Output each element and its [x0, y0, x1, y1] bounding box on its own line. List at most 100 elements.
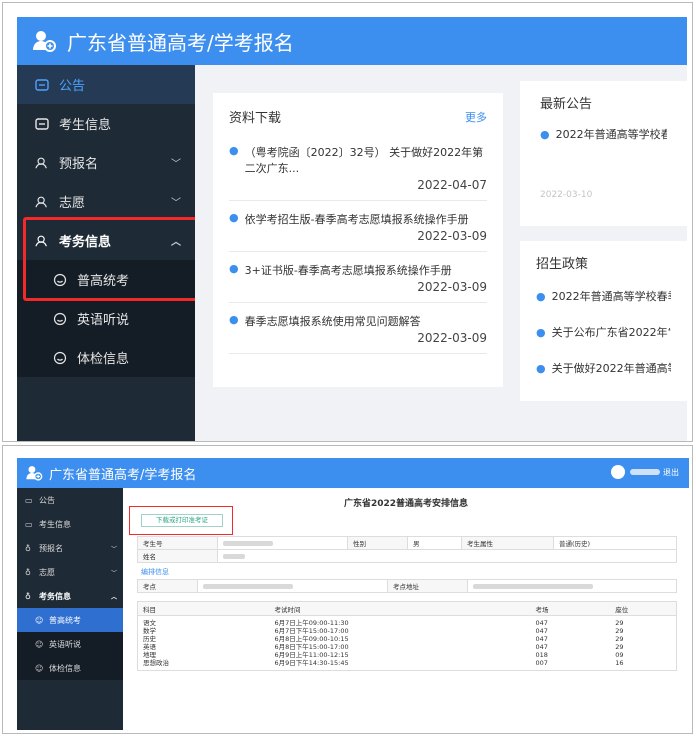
user-menu[interactable]: 退出	[611, 465, 679, 479]
room-column: 047 047 047 047 018 007	[531, 619, 611, 667]
list-item[interactable]: ● 2022年普通高等学校春季考	[536, 288, 671, 304]
more-link[interactable]: 更多	[465, 109, 487, 125]
time-column: 6月7日上午09:00-11:30 6月7日下午15:00-17:00 6月8日…	[270, 619, 531, 667]
app-header: 广东省普通高考/学考报名 退出	[17, 458, 689, 488]
exam-room: 047	[535, 643, 548, 651]
exam-no-value	[217, 536, 348, 550]
policy-card: 招生政策 ● 2022年普通高等学校春季考 ● 关于公布广东省2022年“依 ● 关于…	[520, 241, 687, 401]
list-item[interactable]: ● （粤考院函〔2022〕32号） 关于做好2022年第二次广东... 2022-…	[229, 134, 487, 201]
user-icon	[35, 156, 49, 170]
smile-icon: ☺	[35, 663, 44, 673]
site-address-value	[467, 579, 677, 593]
bullet-icon: ●	[229, 211, 239, 224]
seat-no: 16	[615, 659, 624, 667]
site-label: 考点	[137, 579, 198, 593]
sidebar-item-pre-registration[interactable]: ♁ 预报名 ﹀	[17, 536, 123, 560]
notice-icon	[35, 117, 49, 131]
sidebar-item-label: 体检信息	[49, 663, 81, 673]
name-value	[217, 549, 677, 563]
subject: 语文	[143, 619, 156, 627]
name-label: 姓名	[137, 549, 218, 563]
redacted-value	[223, 553, 245, 559]
exam-room: 047	[535, 619, 548, 627]
list-item[interactable]: ● 春季志愿填报系统使用常见问题解答 2022-03-09	[229, 303, 487, 354]
list-item[interactable]: ● 关于公布广东省2022年“依	[536, 324, 671, 340]
download-date: 2022-03-09	[417, 229, 487, 243]
list-item[interactable]: ● 2022年普通高等学校春季考	[540, 126, 667, 142]
sidebar-item-physical-exam[interactable]: 体检信息	[17, 338, 195, 377]
exam-time: 6月7日上午09:00-11:30	[274, 619, 349, 627]
policy-item-title: 关于做好2022年普通高等学	[551, 362, 671, 375]
sidebar-item-label: 考务信息	[39, 591, 71, 601]
sidebar-item-preference[interactable]: 志愿 ﹀	[17, 182, 195, 221]
subject: 历史	[143, 635, 156, 643]
bullet-icon: ●	[536, 326, 546, 339]
site-value	[197, 579, 388, 593]
sidebar-item-physical-exam[interactable]: ☺ 体检信息	[17, 656, 123, 680]
chevron-up-icon: ︿	[110, 593, 117, 601]
notice-icon	[35, 78, 49, 92]
sidebar-item-exam-affairs[interactable]: ♁ 考务信息 ︿	[17, 584, 123, 608]
user-icon: ♁	[25, 567, 31, 577]
exam-time: 6月9日下午14:30-15:45	[274, 659, 349, 667]
app-title: 广东省普通高考/学考报名	[49, 467, 197, 483]
user-icon	[35, 195, 49, 209]
smile-icon	[53, 351, 67, 365]
sidebar-item-notice[interactable]: 公告	[17, 65, 195, 104]
seat-no: 29	[615, 635, 624, 643]
column-header: 考场	[535, 605, 549, 614]
exam-room: 047	[535, 627, 548, 635]
chevron-down-icon: ﹀	[110, 569, 117, 577]
sidebar-item-notice[interactable]: ▭ 公告	[17, 488, 123, 512]
user-icon: ♁	[25, 591, 31, 601]
sidebar-item-label: 预报名	[39, 543, 63, 553]
subject: 数学	[143, 627, 156, 635]
redacted-value	[203, 583, 293, 589]
user-add-icon	[25, 464, 43, 482]
exam-time: 6月8日下午15:00-17:00	[274, 643, 349, 651]
announcements-card: 最新公告 ● 2022年普通高等学校春季考 2022-03-10	[520, 81, 687, 226]
subject-column: 语文 数学 历史 英语 地理 思想政治	[138, 619, 270, 667]
download-title: 春季志愿填报系统使用常见问题解答	[244, 315, 421, 328]
bullet-icon: ●	[229, 313, 239, 326]
column-header: 科目	[143, 605, 156, 614]
column-header: 考试时间	[274, 605, 301, 614]
list-item[interactable]: ● 关于做好2022年普通高等学	[536, 360, 671, 376]
sidebar-item-label: 公告	[39, 495, 55, 505]
sidebar-item-candidate-info[interactable]: 考生信息	[17, 104, 195, 143]
main-content: 广东省2022普通高考安排信息 下载或打印准考证 考生号 性别 男 考生属性 普…	[123, 488, 689, 730]
list-item[interactable]: ● 依学考招生版-春季高考志愿填报系统操作手册 2022-03-09	[229, 201, 487, 252]
avatar	[611, 465, 625, 479]
sidebar-item-english-listening[interactable]: ☺ 英语听说	[17, 632, 123, 656]
screenshot-top: 广东省普通高考/学考报名 公告 考生信息 预报名 ﹀ 志愿 ﹀ 考务信息 ︿ 普…	[2, 2, 693, 442]
sidebar-item-label: 志愿	[39, 567, 55, 577]
subject: 英语	[143, 643, 156, 651]
sidebar: ▭ 公告 ▭ 考生信息 ♁ 预报名 ﹀ ♁ 志愿 ﹀ ♁ 考务信息 ︿ ☺ 普高统考 ☺ 英语听说 …	[17, 488, 123, 730]
seat-no: 29	[615, 627, 624, 635]
user-icon: ♁	[25, 543, 31, 553]
seat-no: 29	[615, 643, 624, 651]
list-item[interactable]: ● 3+证书版-春季高考志愿填报系统操作手册 2022-03-09	[229, 252, 487, 303]
seat-column: 29 29 29 29 09 16	[610, 619, 676, 667]
sidebar-item-label: 志愿	[59, 196, 86, 211]
exam-room: 018	[535, 651, 548, 659]
print-admission-ticket-button[interactable]: 下载或打印准考证	[141, 514, 223, 527]
sidebar-item-label: 体检信息	[77, 352, 130, 367]
smile-icon: ☺	[35, 615, 44, 625]
sidebar-item-general-exam[interactable]: ☺ 普高统考	[17, 608, 123, 632]
exam-time: 6月7日下午15:00-17:00	[274, 627, 349, 635]
download-title: 依学考招生版-春季高考志愿填报系统操作手册	[244, 213, 469, 226]
table-row: 语文 数学 历史 英语 地理 思想政治 6月7日上午09:00-11:30 6月…	[138, 616, 676, 670]
sidebar-item-label: 公告	[59, 79, 86, 94]
exam-room: 007	[535, 659, 548, 667]
sidebar-item-candidate-info[interactable]: ▭ 考生信息	[17, 512, 123, 536]
screenshot-bottom: 广东省普通高考/学考报名 退出 ▭ 公告 ▭ 考生信息 ♁ 预报名 ﹀ ♁ 志愿 ﹀ ♁ 考务…	[2, 445, 693, 734]
sidebar-item-english-listening[interactable]: 英语听说	[17, 299, 195, 338]
logout-link[interactable]: 退出	[663, 467, 679, 478]
sidebar-item-pre-registration[interactable]: 预报名 ﹀	[17, 143, 195, 182]
sidebar-item-preference[interactable]: ♁ 志愿 ﹀	[17, 560, 123, 584]
sidebar-item-label: 考生信息	[39, 519, 71, 529]
download-date: 2022-04-07	[417, 178, 487, 192]
exam-schedule-table: 科目 考试时间 考场 座位 语文 数学 历史 英语 地理 思想政治 6月7日上午…	[137, 601, 677, 671]
exam-room: 047	[535, 635, 548, 643]
